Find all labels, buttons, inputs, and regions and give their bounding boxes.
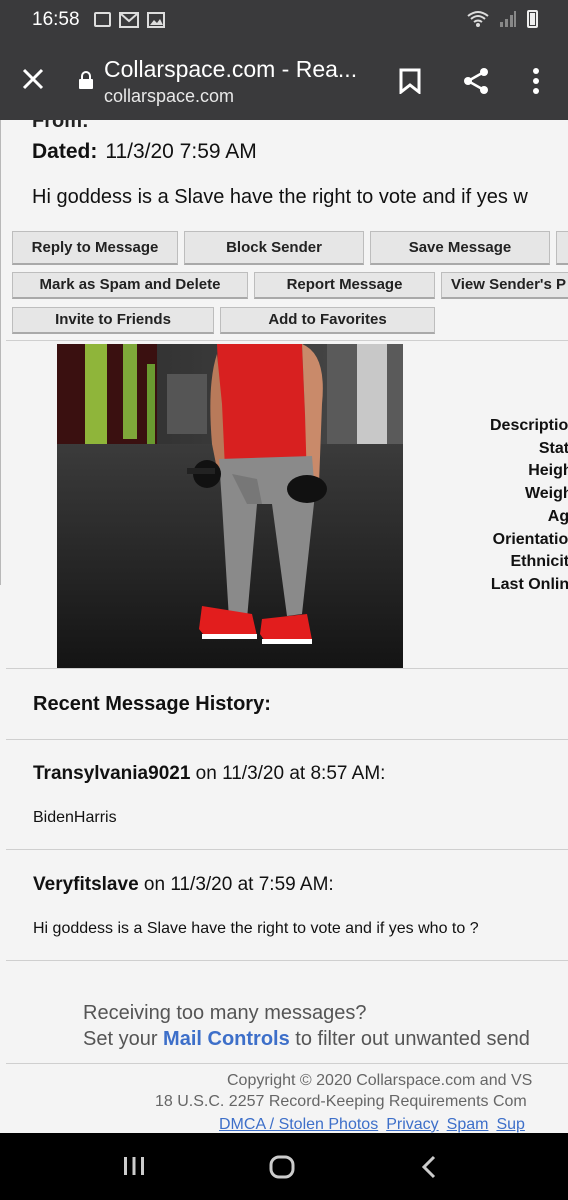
battery-icon bbox=[527, 10, 538, 28]
divider bbox=[6, 668, 568, 669]
divider bbox=[6, 1063, 568, 1064]
dated-value: 11/3/20 7:59 AM bbox=[105, 140, 257, 163]
gmail-icon bbox=[119, 12, 139, 28]
home-icon[interactable] bbox=[269, 1155, 295, 1179]
divider bbox=[6, 739, 568, 740]
footer-link-privacy[interactable]: Privacy bbox=[386, 1116, 438, 1133]
overflow-button[interactable] bbox=[556, 231, 568, 265]
invite-friends-button[interactable]: Invite to Friends bbox=[12, 307, 214, 334]
state-label: State bbox=[538, 439, 568, 457]
calendar-icon bbox=[94, 12, 111, 27]
page-url[interactable]: collarspace.com bbox=[104, 86, 234, 107]
bookmark-icon[interactable] bbox=[399, 68, 421, 94]
reply-button[interactable]: Reply to Message bbox=[12, 231, 178, 265]
history-entry-header: Transylvania9021 on 11/3/20 at 8:57 AM: bbox=[33, 763, 385, 785]
message-body: Hi goddess is a Slave have the right to … bbox=[32, 186, 528, 208]
weight-label: Weight bbox=[524, 485, 568, 503]
footer-link-support[interactable]: Sup bbox=[496, 1116, 524, 1133]
block-sender-button[interactable]: Block Sender bbox=[184, 231, 364, 265]
dated-row: Dated: 11/3/20 7:59 AM bbox=[32, 140, 257, 164]
page-content: From: Dated: 11/3/20 7:59 AM Hi goddess i… bbox=[0, 120, 568, 1133]
mail-controls-line2: Set your Mail Controls to filter out unw… bbox=[83, 1026, 530, 1052]
back-icon[interactable] bbox=[421, 1155, 437, 1179]
history-title: Recent Message History: bbox=[33, 693, 271, 715]
mail-controls-link[interactable]: Mail Controls bbox=[163, 1028, 290, 1050]
profile-details: Description State Height Weight Age Orie… bbox=[478, 415, 568, 597]
history-sender[interactable]: Transylvania9021 bbox=[33, 763, 190, 784]
wifi-icon bbox=[467, 11, 489, 27]
history-entry-body: BidenHarris bbox=[33, 809, 117, 826]
mail-controls-suffix: to filter out unwanted send bbox=[289, 1028, 530, 1050]
image-icon bbox=[147, 12, 165, 28]
footer-copyright: Copyright © 2020 Collarspace.com and VS bbox=[227, 1072, 533, 1089]
mail-controls-notice: Receiving too many messages? Set your Ma… bbox=[83, 1000, 530, 1052]
ethnicity-label: Ethnicity bbox=[510, 553, 568, 571]
status-bar: 16:58 bbox=[0, 0, 568, 40]
description-label: Description bbox=[489, 417, 568, 434]
footer-links: DMCA / Stolen Photos Privacy Spam Sup bbox=[219, 1114, 533, 1133]
signal-icon bbox=[500, 11, 516, 27]
history-entry-header: Veryfitslave on 11/3/20 at 7:59 AM: bbox=[33, 874, 334, 896]
footer-link-dmca[interactable]: DMCA / Stolen Photos bbox=[219, 1116, 378, 1133]
history-meta: on 11/3/20 at 7:59 AM: bbox=[138, 874, 334, 895]
history-sender[interactable]: Veryfitslave bbox=[33, 874, 139, 895]
page-left-border bbox=[0, 120, 1, 585]
height-label: Height bbox=[528, 462, 568, 480]
footer-link-spam[interactable]: Spam bbox=[447, 1116, 489, 1133]
dated-label: Dated: bbox=[32, 140, 98, 163]
orientation-label: Orientation bbox=[492, 530, 568, 548]
system-nav-bar bbox=[0, 1133, 568, 1200]
save-message-button[interactable]: Save Message bbox=[370, 231, 550, 265]
divider bbox=[6, 849, 568, 850]
status-time: 16:58 bbox=[32, 9, 80, 30]
page-title[interactable]: Collarspace.com - Rea... bbox=[104, 56, 374, 83]
footer-legal[interactable]: 18 U.S.C. 2257 Record-Keeping Requiremen… bbox=[155, 1091, 527, 1113]
share-icon[interactable] bbox=[462, 67, 490, 95]
more-vert-icon[interactable] bbox=[530, 67, 542, 95]
add-favorites-button[interactable]: Add to Favorites bbox=[220, 307, 435, 334]
profile-photo-image bbox=[57, 344, 403, 668]
status-right bbox=[467, 10, 538, 28]
report-message-button[interactable]: Report Message bbox=[254, 272, 435, 299]
age-label: Age bbox=[547, 507, 568, 525]
history-entry-body: Hi goddess is a Slave have the right to … bbox=[33, 920, 479, 937]
from-label: From: bbox=[32, 120, 89, 132]
close-icon[interactable] bbox=[20, 66, 46, 92]
divider bbox=[6, 340, 568, 341]
notification-icons bbox=[94, 12, 165, 28]
mail-controls-line1: Receiving too many messages? bbox=[83, 1002, 367, 1024]
profile-photo[interactable] bbox=[57, 344, 403, 668]
mail-controls-prefix: Set your bbox=[83, 1028, 164, 1050]
browser-toolbar: Collarspace.com - Rea... collarspace.com bbox=[0, 40, 568, 120]
lock-icon bbox=[79, 71, 93, 89]
spam-delete-button[interactable]: Mark as Spam and Delete bbox=[12, 272, 248, 299]
recent-apps-icon[interactable] bbox=[122, 1155, 146, 1177]
history-meta: on 11/3/20 at 8:57 AM: bbox=[190, 763, 386, 784]
view-profile-button[interactable]: View Sender's P bbox=[441, 272, 568, 299]
divider bbox=[6, 960, 568, 961]
last-online-label: Last Online bbox=[490, 575, 568, 593]
